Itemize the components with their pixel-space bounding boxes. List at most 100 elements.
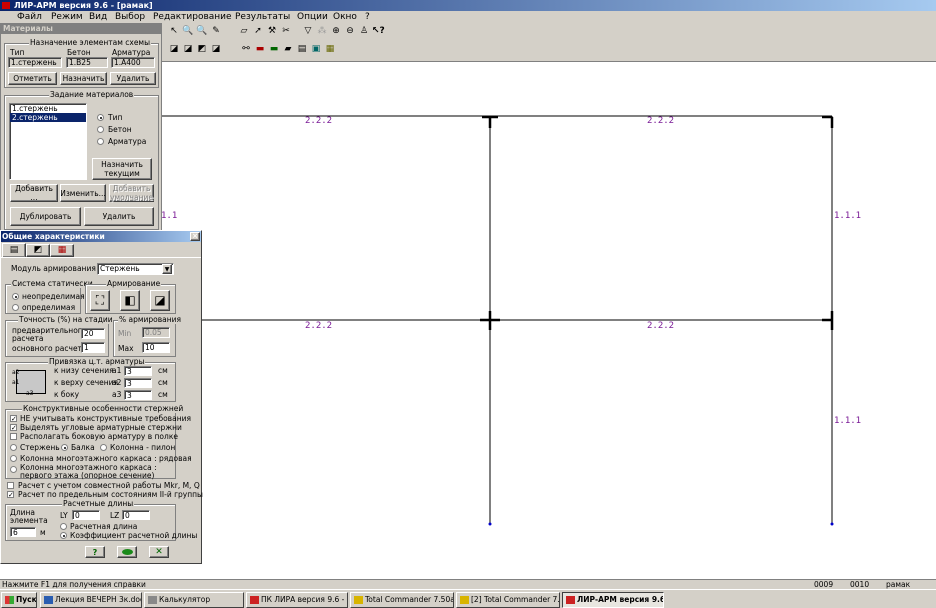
tab-section[interactable]: ◩	[26, 244, 50, 257]
main-calc-input[interactable]: 1	[81, 342, 105, 353]
section-icon-1[interactable]: ◪	[168, 43, 180, 55]
menu-mode[interactable]: Режим	[51, 12, 83, 22]
tab-rebar[interactable]: ▦	[50, 244, 74, 257]
a2-input[interactable]: 3	[124, 378, 152, 388]
radio-determinate[interactable]	[12, 304, 19, 311]
chk-limit-state[interactable]: ✓	[7, 491, 14, 499]
zoom-out-icon[interactable]: 🔍	[196, 25, 208, 37]
task-total-commander-2[interactable]: [2] Total Commander 7.5...	[456, 592, 560, 608]
zoom-window-icon[interactable]: ⊕	[330, 25, 342, 37]
radio-calc-length[interactable]	[60, 523, 67, 530]
static-system-group: Система статически неопределимая определ…	[5, 279, 94, 314]
start-button[interactable]: Пуск	[1, 592, 37, 608]
menu-options[interactable]: Опции	[297, 12, 328, 22]
menu-help[interactable]: ?	[365, 12, 370, 22]
select-arrow-icon[interactable]: ↖	[168, 25, 180, 37]
radio-column-row-label: Колонна многоэтажного каркаса : рядовая	[20, 454, 192, 463]
a1-input[interactable]: 3	[124, 366, 152, 376]
ly-input[interactable]: 0	[72, 510, 100, 520]
add-default-button[interactable]: Добавить умолчание	[109, 184, 154, 202]
task-word[interactable]: Лекция ВЕЧЕРН 3к.doc ...	[40, 592, 142, 608]
rebar-symmetric-icon[interactable]: ⛶	[90, 290, 110, 311]
rebar-icon-2[interactable]: ▬	[268, 43, 280, 55]
unmark-button[interactable]: Отметить	[8, 72, 57, 85]
eraser-icon[interactable]: ▱	[238, 25, 250, 37]
prelim-input[interactable]: 20	[81, 328, 105, 339]
accuracy-title: Точность (%) на стадии	[18, 315, 114, 324]
chk-corner-bars[interactable]: ✓	[10, 424, 17, 432]
edit-material-button[interactable]: Изменить...	[60, 184, 106, 202]
chk-ignore-requirements[interactable]: ✓	[10, 415, 17, 423]
task-lira[interactable]: ПК ЛИРА версия 9.6 - [...	[246, 592, 348, 608]
list-item[interactable]: 1.стержень	[10, 104, 86, 113]
add-material-button[interactable]: Добавить ...	[10, 184, 58, 202]
task-calculator[interactable]: Калькулятор	[144, 592, 244, 608]
menu-window[interactable]: Окно	[333, 12, 357, 22]
list-item-selected[interactable]: 2.стержень	[10, 113, 86, 122]
arrow-tool-icon[interactable]: ➚	[252, 25, 264, 37]
chk-corner-bars-label: Выделять угловые арматурные стержни	[20, 423, 182, 432]
assign-button[interactable]: Назначить	[60, 72, 107, 85]
tab-general[interactable]: ▤	[2, 243, 26, 257]
rebar-icon-4[interactable]: ▤	[296, 43, 308, 55]
tools-icon[interactable]: ✂	[280, 25, 292, 37]
rebar-grid-icon: ▦	[57, 245, 67, 255]
radio-length-coef[interactable]	[60, 532, 67, 539]
radio-pylon[interactable]	[100, 444, 107, 451]
help-pointer-icon[interactable]: ↖?	[372, 25, 385, 37]
apply-button[interactable]	[117, 546, 137, 558]
rebar-asymmetric-icon[interactable]: ◧	[120, 290, 140, 311]
rebar-icon-6[interactable]: ▦	[324, 43, 336, 55]
rebar-icon-1[interactable]: ▬	[254, 43, 266, 55]
rebar-diagonal-icon[interactable]: ◪	[150, 290, 170, 311]
close-icon[interactable]: ×	[190, 232, 200, 241]
min-input[interactable]: 0.05	[142, 327, 170, 338]
define-delete-button[interactable]: Удалить	[84, 207, 154, 226]
menu-results[interactable]: Результаты	[235, 12, 290, 22]
pencil-icon[interactable]: ✎	[210, 25, 222, 37]
radio-type[interactable]	[97, 114, 104, 121]
elem-length-input[interactable]: 6	[10, 527, 36, 537]
radio-indeterminate[interactable]	[12, 293, 19, 300]
rebar-icon-5[interactable]: ▣	[310, 43, 322, 55]
zoom-fit-icon[interactable]: ⊖	[344, 25, 356, 37]
radio-beam[interactable]	[61, 444, 68, 451]
task-word-label: Лекция ВЕЧЕРН 3к.doc ...	[55, 595, 142, 604]
max-input[interactable]: 10	[142, 342, 170, 353]
cancel-button[interactable]: ✕	[149, 546, 169, 558]
lz-input[interactable]: 0	[122, 510, 150, 520]
menu-select[interactable]: Выбор	[115, 12, 145, 22]
chain-icon[interactable]: ⚯	[240, 43, 252, 55]
task-total-commander-1[interactable]: Total Commander 7.50a ...	[350, 592, 454, 608]
radio-rebar[interactable]	[97, 138, 104, 145]
section-icon-4[interactable]: ◪	[210, 43, 222, 55]
help-button[interactable]: ?	[85, 546, 105, 558]
assign-delete-button[interactable]: Удалить	[110, 72, 156, 85]
a3-input[interactable]: 3	[124, 390, 152, 400]
hammer-icon[interactable]: ⚒	[266, 25, 278, 37]
menu-edit[interactable]: Редактирование	[153, 12, 232, 22]
radio-rod[interactable]	[10, 444, 17, 451]
rebar-icon-3[interactable]: ▰	[282, 43, 294, 55]
assign-current-button[interactable]: Назначить текущим	[92, 158, 152, 180]
task-lir-arm-active[interactable]: ЛИР-АРМ версия 9.6 ...	[562, 592, 664, 608]
chk-side-bars[interactable]	[10, 433, 17, 440]
section-icon-2[interactable]: ◪	[182, 43, 194, 55]
radio-concrete[interactable]	[97, 126, 104, 133]
chk-joint-work[interactable]	[7, 482, 14, 489]
section-icon-3[interactable]: ◩	[196, 43, 208, 55]
materials-list[interactable]: 1.стержень 2.стержень	[9, 103, 87, 180]
funnel-icon[interactable]: ▽	[302, 25, 314, 37]
radio-column-row[interactable]	[10, 455, 17, 462]
marker-icon[interactable]: ♙	[358, 25, 370, 37]
chevron-down-icon[interactable]: ▼	[162, 264, 172, 274]
zoom-in-icon[interactable]: 🔍	[182, 25, 194, 37]
duplicate-button[interactable]: Дублировать	[10, 207, 81, 226]
grid-dots-icon[interactable]: ⁂	[316, 25, 328, 37]
radio-column-first[interactable]	[10, 466, 17, 473]
module-select[interactable]: Стержень ▼	[97, 263, 174, 275]
menu-file[interactable]: Файл	[17, 12, 42, 22]
menu-view[interactable]: Вид	[89, 12, 107, 22]
menu-bar: Файл Режим Вид Выбор Редактирование Резу…	[0, 11, 936, 23]
beam-label-top-left: 2.2.2	[305, 116, 333, 126]
